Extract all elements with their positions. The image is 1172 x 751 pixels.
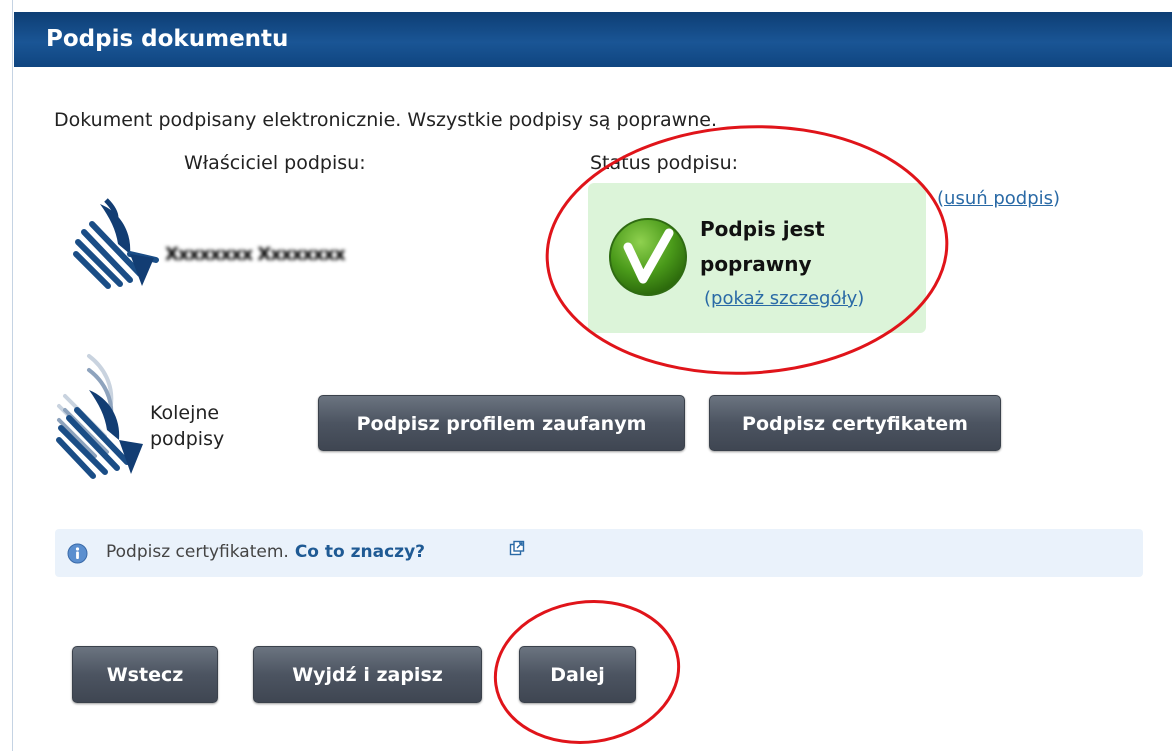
- details-link-wrapper: (pokaż szczegóły): [704, 288, 864, 309]
- status-line-2: poprawny: [700, 252, 812, 276]
- next-signatures-line-2: podpisy: [150, 428, 225, 450]
- remove-signature-link[interactable]: usuń podpis: [944, 188, 1053, 209]
- owner-column-header: Właściciel podpisu:: [184, 152, 366, 174]
- signer-name-redacted: Xxxxxxxx Xxxxxxxx: [165, 244, 346, 265]
- sign-certificate-button[interactable]: Podpisz certyfikatem: [709, 395, 1001, 451]
- next-signatures-line-1: Kolejne: [150, 402, 220, 424]
- paren-open: (: [704, 288, 712, 309]
- remove-link-wrapper: (usuń podpis): [937, 188, 1060, 209]
- paren-close: ): [1053, 188, 1061, 209]
- back-button[interactable]: Wstecz: [72, 646, 218, 703]
- exit-and-save-button[interactable]: Wyjdź i zapisz: [253, 646, 482, 703]
- next-button[interactable]: Dalej: [519, 646, 636, 703]
- external-link-icon[interactable]: [509, 540, 525, 556]
- show-details-link[interactable]: pokaż szczegóły: [711, 288, 857, 309]
- status-line-1: Podpis jest: [700, 217, 825, 241]
- sign-trusted-profile-button[interactable]: Podpisz profilem zaufanym: [318, 395, 685, 451]
- what-does-it-mean-link[interactable]: Co to znaczy?: [295, 542, 425, 562]
- next-signatures-label: Kolejne podpisy: [150, 400, 224, 452]
- panel-title: Podpis dokumentu: [14, 12, 1172, 67]
- info-text: Podpisz certyfikatem. Co to znaczy?: [106, 542, 425, 562]
- status-column-header: Status podpisu:: [590, 152, 739, 174]
- paren-open: (: [937, 188, 945, 209]
- info-message: Podpisz certyfikatem.: [106, 542, 289, 562]
- check-icon: [609, 218, 687, 296]
- info-icon: [67, 543, 88, 564]
- status-text: Podpis jest poprawny: [700, 212, 880, 282]
- intro-text: Dokument podpisany elektronicznie. Wszys…: [54, 109, 717, 131]
- paren-close: ): [857, 288, 865, 309]
- next-signatures-logo-icon: [56, 354, 143, 479]
- signature-logo-icon: [73, 198, 159, 289]
